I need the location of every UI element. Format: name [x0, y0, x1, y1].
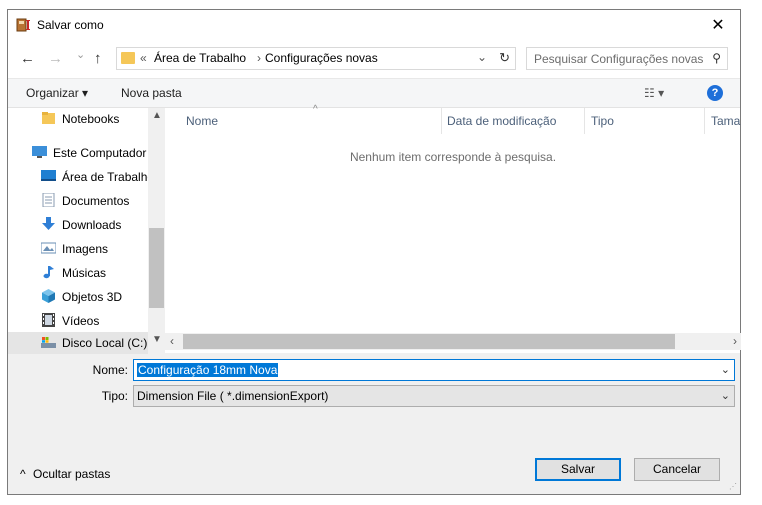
file-name-value: Configuração 18mm Nova [137, 363, 279, 377]
sidebar-item-downloads[interactable]: Downloads [8, 214, 148, 236]
address-dropdown-icon[interactable]: ⌄ [477, 50, 487, 64]
sidebar-item-label: Notebooks [62, 112, 120, 126]
file-type-value: Dimension File ( *.dimensionExport) [137, 389, 329, 403]
sidebar-item-label: Vídeos [62, 314, 100, 328]
navigation-pane: Notebooks Este Computador Área de Trabal… [8, 108, 165, 354]
scroll-right-icon[interactable]: › [733, 334, 737, 348]
scroll-up-icon[interactable]: ▲ [152, 110, 162, 121]
hide-folders-label: Ocultar pastas [32, 467, 111, 481]
window-title: Salvar como [37, 18, 104, 32]
empty-results-message: Nenhum item corresponde à pesquisa. [349, 150, 557, 164]
search-placeholder: Pesquisar Configurações novas [534, 52, 704, 66]
chevron-down-icon: ⌄ [720, 390, 730, 402]
close-icon: ✕ [711, 17, 725, 34]
save-as-dialog: Salvar como ✕ ← → ⌄ ↑ « Área de Trabalho… [7, 9, 741, 495]
sidebar-item-notebooks[interactable]: Notebooks [8, 108, 148, 130]
scrollbar-thumb[interactable] [183, 334, 675, 349]
view-options-icon[interactable]: ☷ ▾ [644, 86, 664, 100]
scrollbar-thumb[interactable] [149, 228, 164, 308]
sidebar-item-label: Este Computador [53, 146, 147, 160]
search-icon: ⚲ [712, 51, 721, 65]
breadcrumb-current-folder[interactable]: Configurações novas [265, 51, 378, 65]
sidebar-item-3d-objects[interactable]: Objetos 3D [8, 286, 148, 308]
picture-icon [41, 242, 56, 254]
file-type-select[interactable]: Dimension File ( *.dimensionExport) ⌄ [133, 385, 735, 407]
file-type-label: Tipo: [101, 389, 128, 403]
chevron-up-icon: ^ [20, 467, 26, 481]
sidebar-item-label: Objetos 3D [62, 290, 123, 304]
download-icon [42, 217, 55, 230]
column-divider[interactable] [441, 108, 442, 134]
back-arrow-icon[interactable]: ← [20, 50, 35, 67]
save-button[interactable]: Salvar [535, 458, 621, 481]
sidebar-item-local-disk[interactable]: Disco Local (C:) [8, 332, 148, 354]
document-icon [42, 193, 55, 207]
column-divider[interactable] [704, 108, 705, 134]
sidebar-item-label: Imagens [62, 242, 109, 256]
recent-locations-icon[interactable]: ⌄ [76, 48, 85, 61]
sidebar-item-videos[interactable]: Vídeos [8, 310, 148, 332]
sidebar-item-documents[interactable]: Documentos [8, 190, 148, 212]
sidebar-item-label: Documentos [62, 194, 130, 208]
navigation-bar: ← → ⌄ ↑ « Área de Trabalho › Configuraçõ… [8, 40, 740, 78]
new-folder-button[interactable]: Nova pasta [121, 86, 182, 100]
sidebar-item-desktop[interactable]: Área de Trabalho [8, 166, 150, 188]
column-divider[interactable] [584, 108, 585, 134]
search-input[interactable]: Pesquisar Configurações novas ⚲ [526, 47, 728, 70]
breadcrumb-separator: › [257, 51, 261, 65]
breadcrumb-desktop[interactable]: Área de Trabalho [154, 51, 246, 65]
app-icon [16, 18, 30, 32]
organize-menu[interactable]: Organizar ▾ [26, 86, 88, 100]
computer-icon [32, 146, 47, 158]
file-name-label: Nome: [92, 363, 128, 377]
video-icon [42, 313, 55, 327]
resize-grip-icon[interactable]: ⋰ [729, 482, 737, 491]
sidebar-item-pictures[interactable]: Imagens [8, 238, 148, 260]
command-toolbar: Organizar ▾ Nova pasta ☷ ▾ ? [8, 78, 740, 108]
file-name-input[interactable]: Configuração 18mm Nova ⌄ [133, 359, 735, 381]
sidebar-item-label: Músicas [62, 266, 107, 280]
help-icon[interactable]: ? [707, 85, 723, 101]
scroll-left-icon[interactable]: ‹ [170, 334, 174, 348]
sidebar-item-label: Disco Local (C:) [62, 336, 148, 350]
hide-folders-toggle[interactable]: ^ Ocultar pastas [20, 467, 110, 481]
file-list: ^ Nome Data de modificação Tipo Tama Nen… [165, 104, 741, 353]
browser-pane: Notebooks Este Computador Área de Trabal… [8, 104, 741, 354]
cancel-button[interactable]: Cancelar [634, 458, 720, 481]
folder-icon [42, 112, 55, 124]
column-header-date-modified[interactable]: Data de modificação [447, 114, 556, 134]
cube-icon [42, 289, 55, 303]
sidebar-item-music[interactable]: Músicas [8, 262, 148, 284]
file-list-horizontal-scrollbar[interactable]: ‹ › [165, 333, 741, 350]
chevron-down-icon[interactable]: ⌄ [721, 363, 730, 376]
drive-icon [41, 337, 56, 348]
scroll-down-icon[interactable]: ▼ [152, 334, 162, 345]
sidebar-item-label: Downloads [62, 218, 122, 232]
sidebar-item-label: Área de Trabalho [62, 170, 150, 184]
title-bar: Salvar como ✕ [8, 10, 740, 40]
column-header-size[interactable]: Tama [711, 114, 740, 134]
forward-arrow-icon[interactable]: → [48, 50, 63, 67]
sort-ascending-icon: ^ [313, 104, 318, 115]
music-icon [43, 266, 54, 279]
column-header-name[interactable]: Nome [186, 114, 218, 134]
desktop-icon [41, 170, 56, 181]
breadcrumb-overflow[interactable]: « [140, 51, 147, 65]
refresh-icon[interactable]: ↻ [499, 50, 510, 66]
up-arrow-icon[interactable]: ↑ [94, 50, 102, 67]
close-button[interactable]: ✕ [696, 10, 740, 40]
column-header-type[interactable]: Tipo [591, 114, 614, 134]
address-bar[interactable]: « Área de Trabalho › Configurações novas… [116, 47, 516, 70]
navigation-pane-scrollbar[interactable]: ▲ ▼ [148, 108, 165, 353]
folder-icon [121, 52, 135, 64]
sidebar-item-this-pc[interactable]: Este Computador [8, 142, 148, 164]
